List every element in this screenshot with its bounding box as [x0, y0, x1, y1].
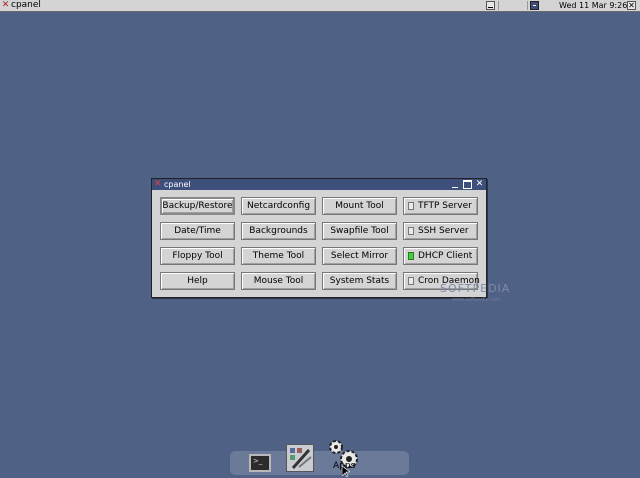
clock: Wed 11 Mar 9:26 [559, 1, 628, 10]
swapfile-tool-button[interactable]: Swapfile Tool [322, 222, 397, 240]
close-icon[interactable]: ✕ [627, 1, 636, 10]
window-menu-icon[interactable] [530, 1, 539, 10]
cpanel-window: ✕ cpanel ✕ Backup/Restore Netcardconfig … [151, 178, 487, 298]
minimize-icon[interactable] [451, 180, 460, 189]
dock: >_ Apps [230, 440, 409, 475]
mouse-cursor-icon [342, 466, 350, 478]
status-indicator [408, 252, 414, 260]
terminal-icon[interactable]: >_ [249, 454, 271, 472]
watermark-url: www.softpedia.com [452, 297, 501, 303]
dhcp-client-toggle[interactable]: DHCP Client [403, 247, 478, 265]
service-label: TFTP Server [418, 201, 472, 211]
floppy-tool-button[interactable]: Floppy Tool [160, 247, 235, 265]
tftp-server-toggle[interactable]: TFTP Server [403, 197, 478, 215]
status-indicator [408, 227, 414, 235]
help-button[interactable]: Help [160, 272, 235, 290]
mouse-tool-button[interactable]: Mouse Tool [241, 272, 316, 290]
service-label: DHCP Client [418, 251, 473, 261]
date-time-button[interactable]: Date/Time [160, 222, 235, 240]
window-titlebar[interactable]: ✕ cpanel ✕ [152, 179, 486, 190]
mount-tool-button[interactable]: Mount Tool [322, 197, 397, 215]
x-app-icon[interactable]: ✕ [1, 1, 10, 10]
backup-restore-button[interactable]: Backup/Restore [160, 197, 235, 215]
minimize-icon[interactable] [486, 1, 495, 10]
theme-tool-button[interactable]: Theme Tool [241, 247, 316, 265]
pager[interactable] [498, 1, 528, 10]
top-taskbar: ✕ cpanel Wed 11 Mar 9:26 ✕ [0, 0, 640, 12]
ssh-server-toggle[interactable]: SSH Server [403, 222, 478, 240]
close-icon[interactable]: ✕ [475, 180, 484, 189]
maximize-icon[interactable] [463, 180, 472, 189]
watermark: SOFTPEDIA [440, 282, 511, 295]
window-title: cpanel [164, 180, 191, 189]
x-app-icon[interactable]: ✕ [154, 179, 163, 189]
status-indicator [408, 202, 414, 210]
status-indicator [408, 277, 414, 285]
backgrounds-button[interactable]: Backgrounds [241, 222, 316, 240]
select-mirror-button[interactable]: Select Mirror [322, 247, 397, 265]
service-label: SSH Server [418, 226, 469, 236]
system-stats-button[interactable]: System Stats [322, 272, 397, 290]
tools-icon[interactable] [286, 444, 314, 472]
netcardconfig-button[interactable]: Netcardconfig [241, 197, 316, 215]
active-window-title[interactable]: cpanel [11, 0, 41, 11]
